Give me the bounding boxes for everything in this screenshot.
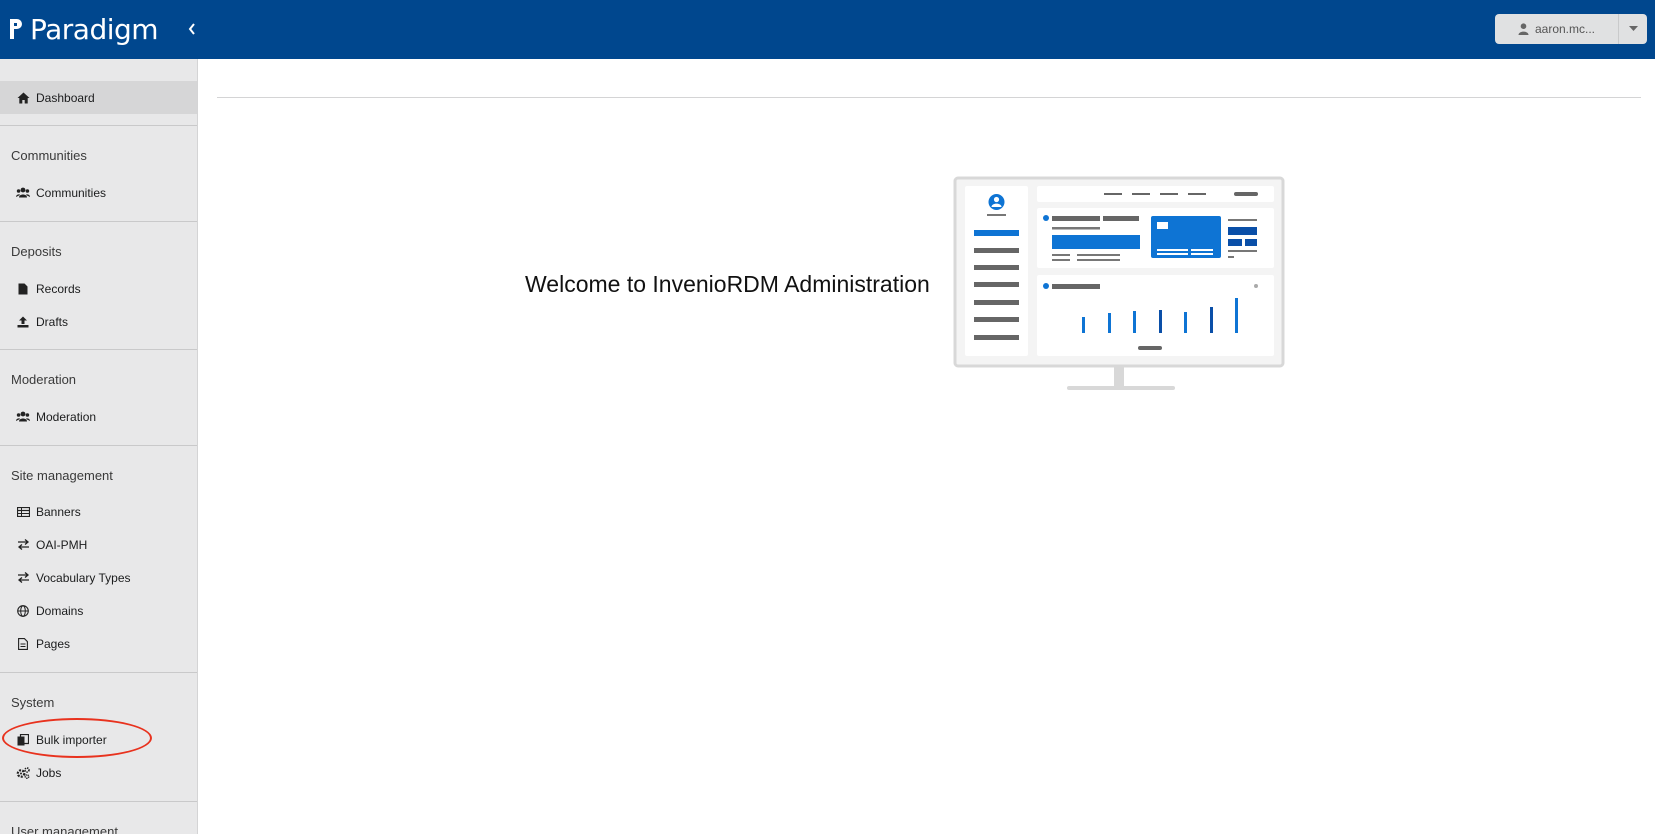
exchange-icon <box>16 571 30 585</box>
sidebar-item-records[interactable]: Records <box>0 272 197 305</box>
upload-icon <box>16 315 30 329</box>
sidebar-item-drafts[interactable]: Drafts <box>0 305 197 338</box>
sidebar-item-label: Vocabulary Types <box>36 570 131 585</box>
brand-name: Paradigm <box>30 12 159 46</box>
sidebar-item-moderation[interactable]: Moderation <box>0 400 197 433</box>
sidebar-item-label: Moderation <box>36 409 97 424</box>
sidebar-item-domains[interactable]: Domains <box>0 594 197 627</box>
user-menu-button[interactable]: aaron.mc... <box>1495 14 1618 44</box>
header-divider <box>217 97 1641 98</box>
sidebar-item-label: Records <box>36 281 81 296</box>
top-navbar: Paradigm aaron.mc... <box>0 0 1655 59</box>
section-header-system: System <box>11 695 55 710</box>
sidebar-item-pages[interactable]: Pages <box>0 627 197 660</box>
divider <box>0 801 197 802</box>
divider <box>0 221 197 222</box>
section-header-deposits: Deposits <box>11 244 62 259</box>
sidebar-item-jobs[interactable]: Jobs <box>0 756 197 789</box>
users-icon <box>16 410 30 424</box>
sidebar-item-label: OAI-PMH <box>36 537 88 552</box>
sidebar: Dashboard Communities Communities Deposi… <box>0 59 198 834</box>
sidebar-item-label: Domains <box>36 603 84 618</box>
section-header-communities: Communities <box>11 148 87 163</box>
sidebar-item-label: Communities <box>36 185 107 200</box>
user-icon <box>1518 23 1529 35</box>
section-header-moderation: Moderation <box>11 372 77 387</box>
user-menu-dropdown[interactable] <box>1618 14 1647 44</box>
divider <box>0 445 197 446</box>
sidebar-item-label: Pages <box>36 636 71 651</box>
divider <box>0 349 197 350</box>
file-icon <box>16 282 30 296</box>
divider <box>0 125 197 126</box>
sidebar-item-dashboard[interactable]: Dashboard <box>0 81 197 114</box>
sidebar-item-vocabulary-types[interactable]: Vocabulary Types <box>0 561 197 594</box>
chevron-left-icon <box>188 23 195 35</box>
sidebar-item-label: Dashboard <box>36 90 95 105</box>
sidebar-item-oai-pmh[interactable]: OAI-PMH <box>0 528 197 561</box>
copy-icon <box>16 733 30 747</box>
sidebar-item-label: Drafts <box>36 314 69 329</box>
sidebar-item-label: Jobs <box>36 765 62 780</box>
globe-icon <box>16 604 30 618</box>
brand-logo[interactable]: Paradigm <box>8 9 159 49</box>
exchange-icon <box>16 538 30 552</box>
table-icon <box>16 505 30 519</box>
document-icon <box>16 637 30 651</box>
dashboard-monitor-illustration <box>953 176 1285 390</box>
sidebar-item-label: Banners <box>36 504 81 519</box>
paradigm-logo-icon <box>10 19 22 39</box>
sidebar-collapse-button[interactable] <box>180 16 204 42</box>
sidebar-item-label: Bulk importer <box>36 732 107 747</box>
cogs-icon <box>16 766 30 780</box>
welcome-heading: Welcome to InvenioRDM Administration <box>525 271 930 297</box>
sidebar-item-banners[interactable]: Banners <box>0 495 197 528</box>
section-header-site-management: Site management <box>11 468 113 483</box>
caret-down-icon <box>1628 26 1638 31</box>
sidebar-item-communities[interactable]: Communities <box>0 176 197 209</box>
users-icon <box>16 186 30 200</box>
user-menu: aaron.mc... <box>1495 14 1647 44</box>
sidebar-item-bulk-importer[interactable]: Bulk importer <box>0 723 197 756</box>
section-header-user-management: User management <box>11 824 118 834</box>
username: aaron.mc... <box>1534 22 1596 36</box>
home-icon <box>16 91 30 105</box>
divider <box>0 672 197 673</box>
